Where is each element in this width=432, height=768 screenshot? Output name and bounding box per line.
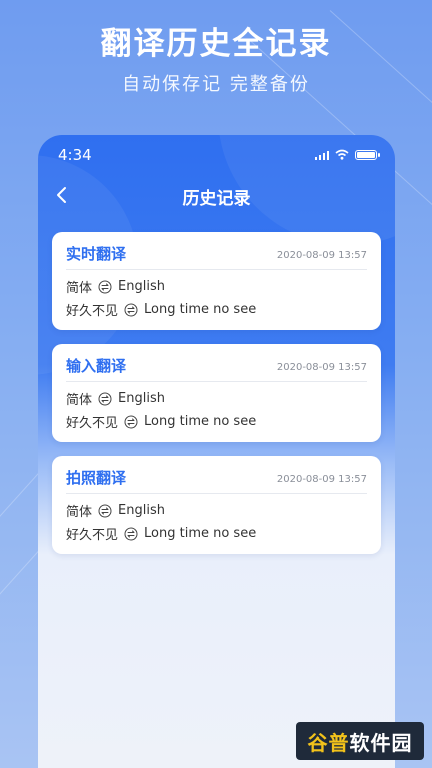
signal-icon [315,150,329,160]
history-card[interactable]: 拍照翻译 2020-08-09 13:57 简体 English 好久不见 Lo… [52,456,381,554]
target-text: Long time no see [144,414,257,429]
translation-type: 实时翻译 [66,245,127,263]
translate-arrow-icon [98,280,112,293]
wifi-icon [335,149,349,160]
card-header: 输入翻译 2020-08-09 13:57 [66,344,367,382]
translate-arrow-icon [124,527,138,540]
translate-arrow-icon [98,392,112,405]
phone-screen: 4:34 历史记录 实时翻译 2020-08-09 13:57 简体 Engli… [38,135,395,768]
nav-bar: 历史记录 [38,175,395,215]
card-header: 拍照翻译 2020-08-09 13:57 [66,456,367,494]
status-time: 4:34 [58,146,92,164]
target-text: Long time no see [144,526,257,541]
text-row: 好久不见 Long time no see [66,412,256,431]
page-title: 历史记录 [182,189,251,209]
card-header: 实时翻译 2020-08-09 13:57 [66,232,367,270]
translate-arrow-icon [98,504,112,517]
battery-icon [355,150,380,160]
watermark-text: 软件园 [349,730,413,755]
source-text: 好久不见 [66,416,119,431]
source-text: 好久不见 [66,528,119,543]
history-card[interactable]: 实时翻译 2020-08-09 13:57 简体 English 好久不见 Lo… [52,232,381,330]
timestamp: 2020-08-09 13:57 [276,474,367,485]
language-row: 简体 English [66,277,165,296]
history-card[interactable]: 输入翻译 2020-08-09 13:57 简体 English 好久不见 Lo… [52,344,381,442]
source-language: 简体 [66,393,93,408]
source-language: 简体 [66,281,93,296]
watermark-logo: 谷普 软件园 [296,722,424,760]
translation-type: 输入翻译 [66,357,127,375]
language-row: 简体 English [66,501,165,520]
translate-arrow-icon [124,303,138,316]
timestamp: 2020-08-09 13:57 [276,362,367,373]
promo-headline: 翻译历史全记录 [100,26,332,62]
status-bar: 4:34 [38,135,395,175]
promo-subline: 自动保存记 完整备份 [122,74,310,95]
target-language: English [118,503,165,518]
target-language: English [118,279,165,294]
watermark-text: 谷普 [307,730,350,755]
text-row: 好久不见 Long time no see [66,524,256,543]
text-row: 好久不见 Long time no see [66,300,256,319]
target-language: English [118,391,165,406]
translate-arrow-icon [124,415,138,428]
status-icons [315,149,380,160]
target-text: Long time no see [144,302,257,317]
translation-type: 拍照翻译 [66,469,127,487]
timestamp: 2020-08-09 13:57 [276,250,367,261]
language-row: 简体 English [66,389,165,408]
source-language: 简体 [66,505,93,520]
source-text: 好久不见 [66,304,119,319]
